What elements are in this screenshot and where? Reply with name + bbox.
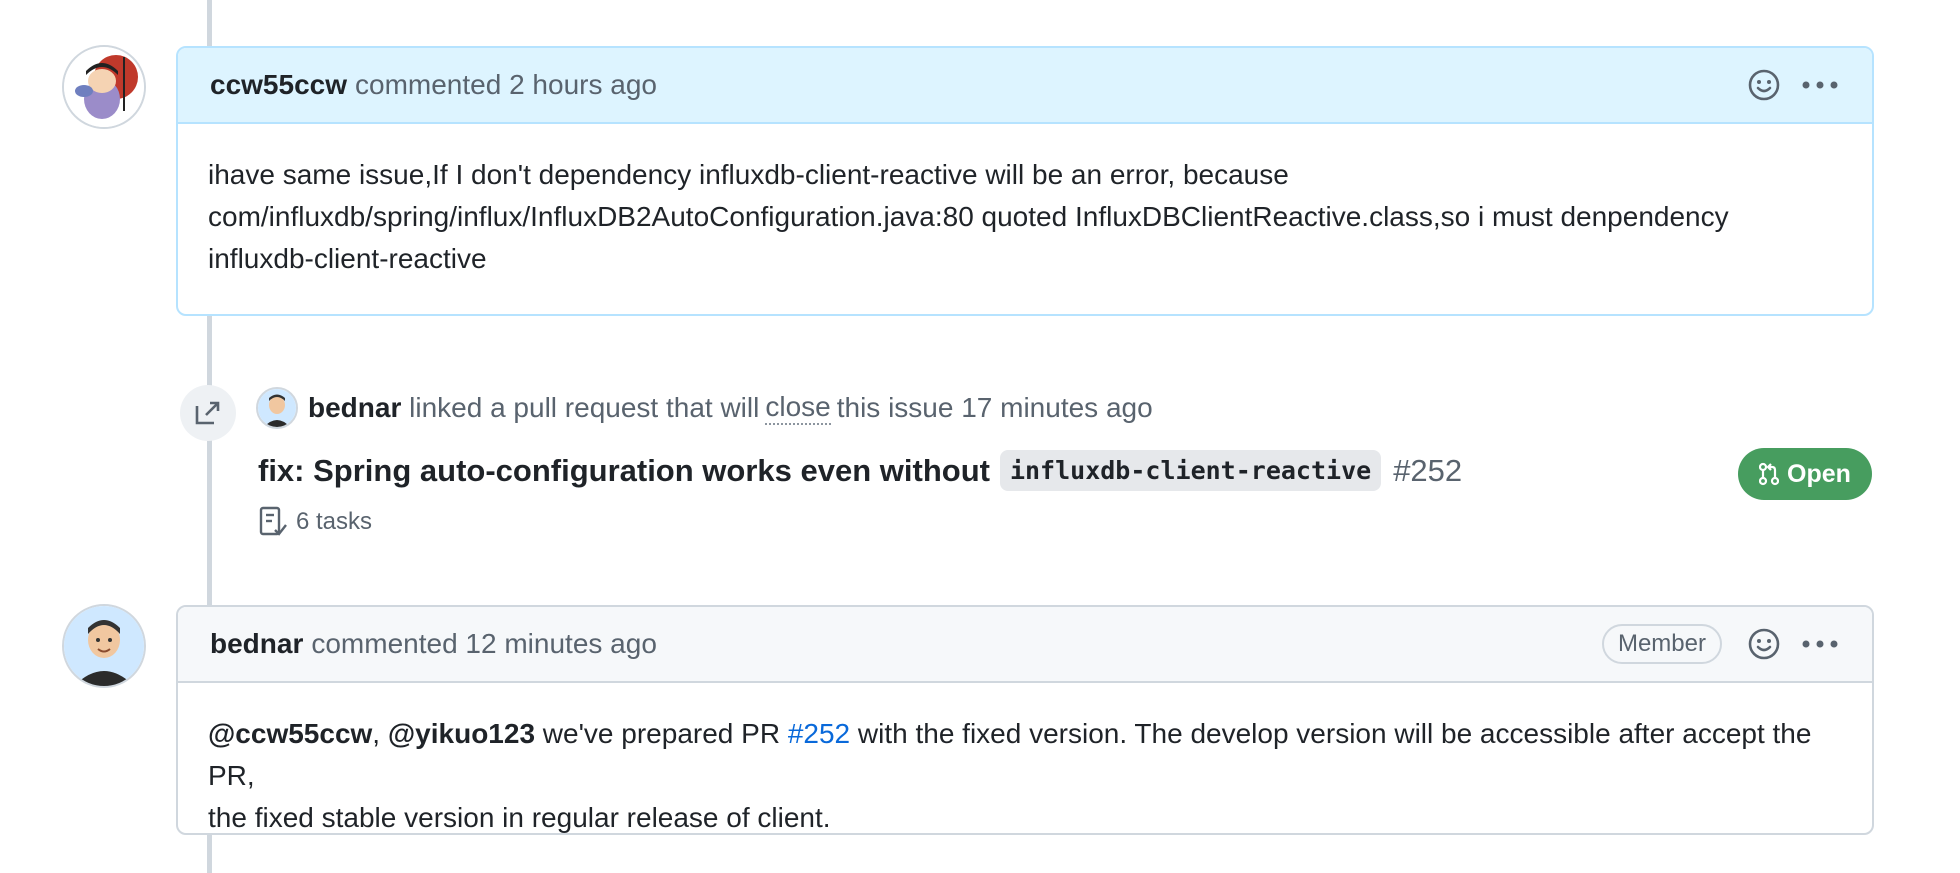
smiley-icon[interactable] (1744, 624, 1784, 664)
pr-status-badge: Open (1738, 448, 1872, 500)
user-mention[interactable]: @yikuo123 (388, 718, 535, 749)
comment-header: ccw55ccw commented 2 hours ago (178, 48, 1872, 124)
pr-title-code[interactable]: influxdb-client-reactive (999, 450, 1382, 491)
comment-author[interactable]: ccw55ccw (210, 69, 347, 101)
comment-ccw55ccw: ccw55ccw commented 2 hours ago ihave sam… (176, 46, 1874, 316)
comment-text-line: @ccw55ccw, @yikuo123 we've prepared PR #… (208, 713, 1842, 797)
event-timestamp: this issue 17 minutes ago (836, 392, 1153, 423)
pr-title-text[interactable]: fix: Spring auto-configuration works eve… (258, 453, 990, 489)
event-line: bednar linked a pull request that will c… (256, 387, 1153, 429)
comment-text: , (372, 718, 388, 749)
pr-number[interactable]: #252 (1393, 453, 1462, 489)
comment-timestamp[interactable]: commented 12 minutes ago (311, 628, 657, 660)
comment-body: ihave same issue,If I don't dependency i… (178, 124, 1872, 304)
comment-text-line: com/influxdb/spring/influx/InfluxDB2Auto… (208, 201, 1729, 232)
close-keyword[interactable]: close (765, 391, 831, 425)
avatar-bednar-small[interactable] (256, 387, 298, 429)
avatar-ccw55ccw[interactable] (62, 45, 146, 129)
comment-body: @ccw55ccw, @yikuo123 we've prepared PR #… (178, 683, 1872, 833)
comment-author[interactable]: bednar (210, 628, 303, 660)
comment-timestamp[interactable]: commented 2 hours ago (355, 69, 657, 101)
cross-reference-icon (180, 385, 236, 441)
pr-link[interactable]: #252 (788, 718, 850, 749)
event-text: linked a pull request that will (409, 392, 760, 423)
kebab-horizontal-icon[interactable] (1800, 624, 1840, 664)
pr-tasks: 6 tasks (258, 504, 372, 540)
pr-status-label: Open (1787, 459, 1851, 488)
pr-tasks-count: 6 tasks (296, 508, 373, 535)
comment-text-line: influxdb-client-reactive (208, 243, 487, 274)
tasklist-icon (258, 506, 288, 538)
git-pull-request-icon (1759, 462, 1780, 486)
comment-header: bednar commented 12 minutes ago Member (178, 607, 1872, 683)
comment-text-line: ihave same issue,If I don't dependency i… (208, 159, 1289, 190)
member-badge: Member (1601, 624, 1722, 664)
pr-title[interactable]: fix: Spring auto-configuration works eve… (258, 450, 1462, 491)
comment-bednar: bednar commented 12 minutes ago Member @… (176, 605, 1874, 835)
comment-text-line: the fixed stable version in regular rele… (208, 802, 831, 833)
event-actor[interactable]: bednar (308, 392, 401, 424)
kebab-horizontal-icon[interactable] (1800, 65, 1840, 105)
comment-text: we've prepared PR (535, 718, 788, 749)
user-mention[interactable]: @ccw55ccw (208, 718, 372, 749)
avatar-bednar[interactable] (62, 604, 146, 688)
smiley-icon[interactable] (1744, 65, 1784, 105)
